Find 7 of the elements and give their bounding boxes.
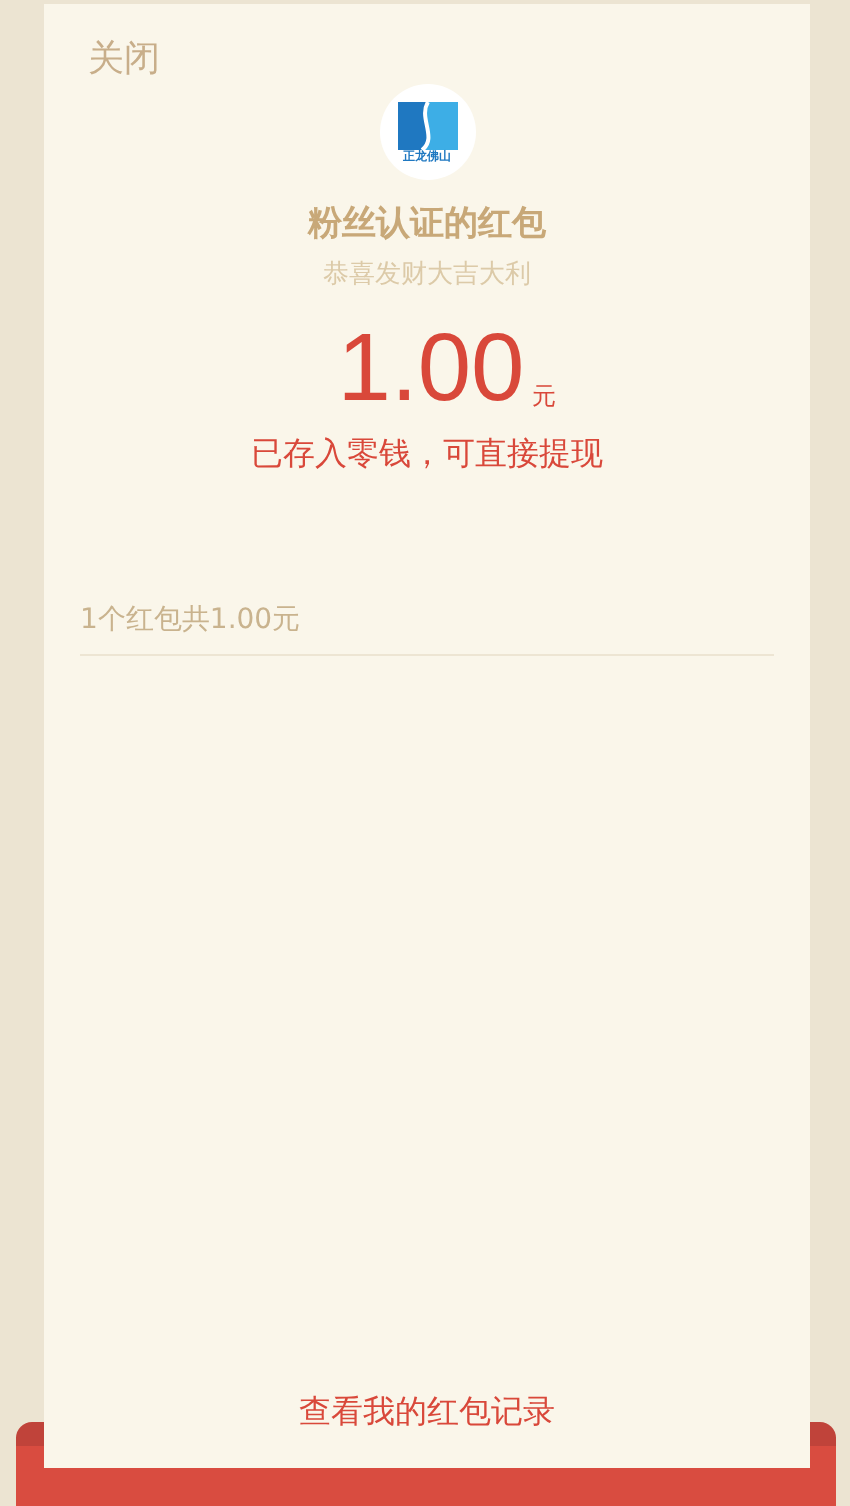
amount-text: 1.00 [337, 322, 525, 418]
greeting-text: 恭喜发财大吉大利 [323, 257, 531, 293]
status-note: 已存入零钱，可直接提现 [251, 432, 603, 476]
summary-text: 1个红包共1.00元 [80, 604, 301, 636]
currency-unit: 元 [532, 380, 557, 414]
records-link[interactable]: 查看我的红包记录 [299, 1388, 555, 1436]
sender-name: 粉丝认证的红包 [308, 202, 546, 248]
